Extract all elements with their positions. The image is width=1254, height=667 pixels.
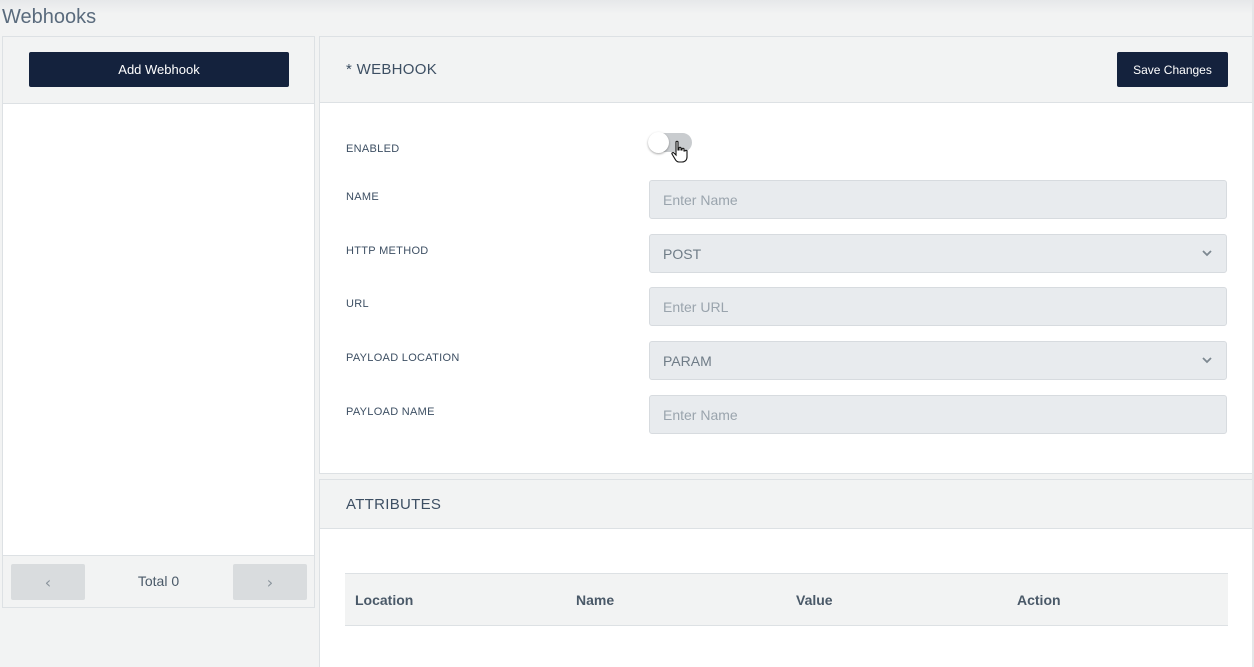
name-label: NAME <box>346 191 379 203</box>
webhook-card-title: * WEBHOOK <box>346 61 438 78</box>
save-changes-button[interactable]: Save Changes <box>1117 52 1228 87</box>
attributes-card-header: ATTRIBUTES <box>320 480 1253 529</box>
payload-location-label: PAYLOAD LOCATION <box>346 352 460 364</box>
name-input[interactable] <box>649 180 1227 219</box>
enabled-label: ENABLED <box>346 143 400 155</box>
add-webhook-button[interactable]: Add Webhook <box>29 52 289 87</box>
page-title: Webhooks <box>2 6 97 28</box>
pagination: ‹ Total 0 › <box>3 555 314 607</box>
http-method-label: HTTP METHOD <box>346 245 429 257</box>
payload-name-label: PAYLOAD NAME <box>346 406 435 418</box>
column-action: Action <box>1017 592 1061 608</box>
payload-name-input[interactable] <box>649 395 1227 434</box>
payload-location-select[interactable]: PARAM <box>649 341 1227 380</box>
webhook-list-header: Add Webhook <box>3 37 314 104</box>
payload-location-value: PARAM <box>663 352 712 369</box>
column-name: Name <box>576 592 615 608</box>
webhook-form-card: * WEBHOOK Save Changes ENABLED NAME HTTP… <box>319 36 1254 474</box>
topbar <box>0 0 1254 14</box>
webhook-list <box>3 104 314 555</box>
webhook-card-header: * WEBHOOK Save Changes <box>320 37 1253 103</box>
hand-pointer-icon <box>671 140 688 163</box>
http-method-value: POST <box>663 245 702 262</box>
chevron-down-icon <box>1202 357 1212 364</box>
chevron-right-icon: › <box>266 572 274 592</box>
webhook-list-panel: Add Webhook ‹ Total 0 › <box>2 36 315 608</box>
attributes-table-header: Location Name Value Action <box>345 573 1228 626</box>
attributes-card: ATTRIBUTES Location Name Value Action <box>319 479 1254 667</box>
http-method-select[interactable]: POST <box>649 234 1227 273</box>
column-value: Value <box>796 592 833 608</box>
next-page-button[interactable]: › <box>233 564 307 600</box>
chevron-down-icon <box>1202 250 1212 257</box>
attributes-title: ATTRIBUTES <box>346 496 442 513</box>
url-label: URL <box>346 298 369 310</box>
url-input[interactable] <box>649 287 1227 326</box>
column-location: Location <box>355 592 414 608</box>
toggle-knob <box>648 132 669 153</box>
